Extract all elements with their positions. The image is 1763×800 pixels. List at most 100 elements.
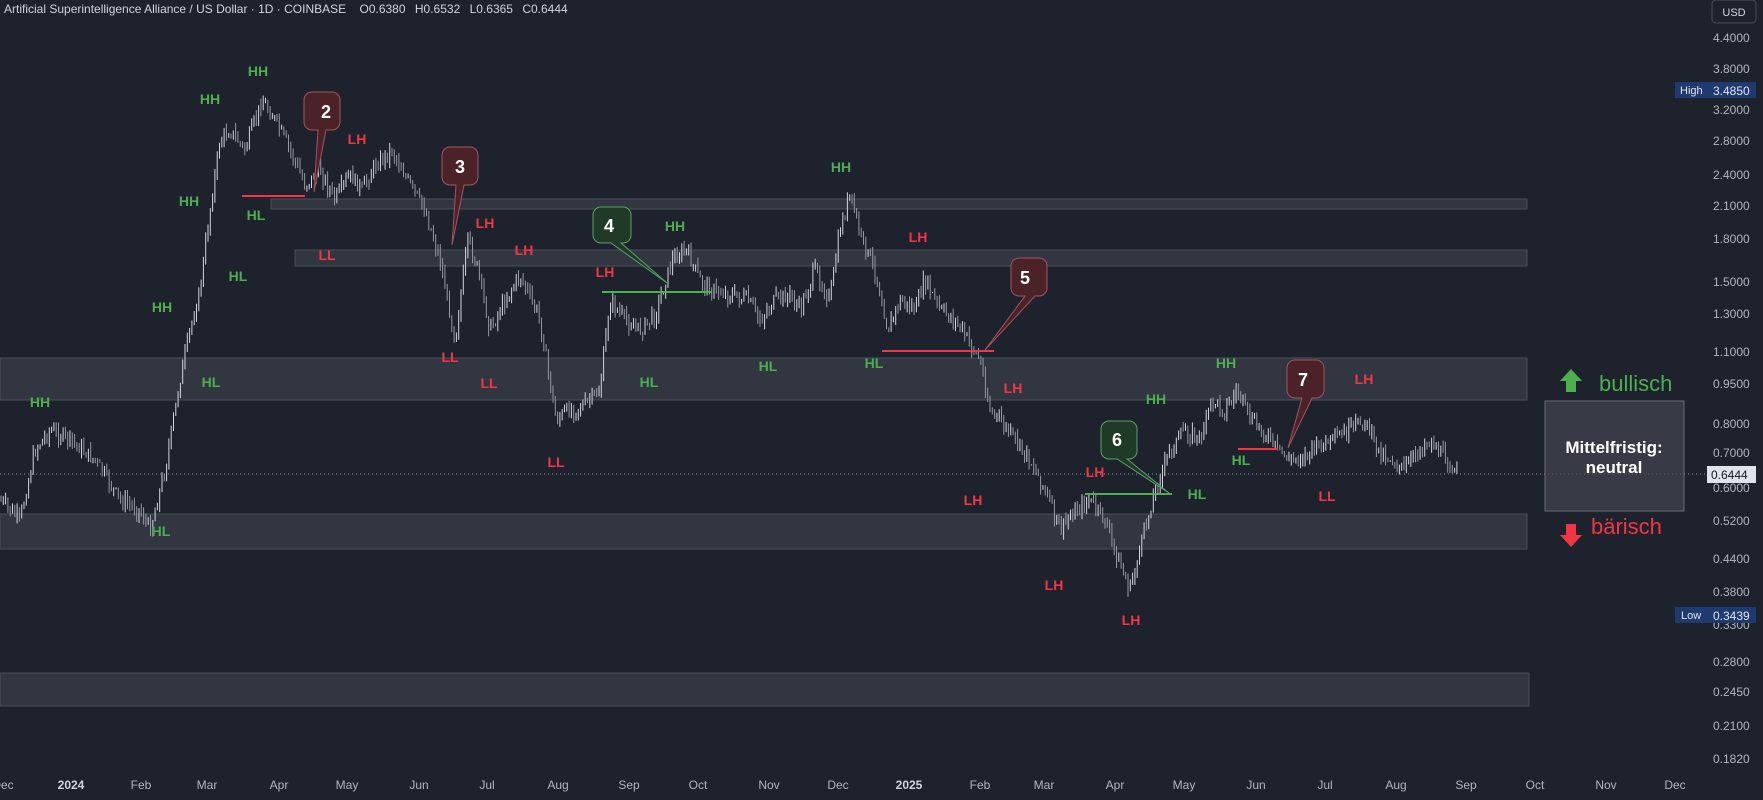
svg-text:Artificial Superintelligence A: Artificial Superintelligence Alliance / … xyxy=(4,2,568,16)
time-tick: Apr xyxy=(270,778,289,792)
price-tick: 0.2800 xyxy=(1713,655,1750,669)
time-tick: 2024 xyxy=(58,778,85,792)
time-tick: Oct xyxy=(1526,778,1545,792)
callout-2[interactable]: 2 xyxy=(303,91,341,193)
structure-label: HL xyxy=(1232,452,1251,468)
symbol-title: Artificial Superintelligence Alliance / … xyxy=(4,2,346,16)
currency-button[interactable]: USD xyxy=(1711,0,1757,24)
time-tick: May xyxy=(336,778,359,792)
structure-label: HL xyxy=(229,268,248,284)
structure-label: LH xyxy=(476,215,495,231)
currency-button-label: USD xyxy=(1722,7,1745,19)
sentiment-widget: bullisch Mittelfristig: neutral bärisch xyxy=(1544,369,1685,547)
time-tick: Dec xyxy=(827,778,848,792)
price-tick: 0.7000 xyxy=(1713,446,1750,460)
low-marker-value: 0.3439 xyxy=(1713,609,1750,623)
time-tick: Aug xyxy=(1385,778,1406,792)
structure-label: LL xyxy=(1318,488,1336,504)
price-tick: 1.5000 xyxy=(1713,275,1750,289)
structure-label: LL xyxy=(318,247,336,263)
structure-label: HL xyxy=(1188,486,1207,502)
callout-2-label: 2 xyxy=(321,102,331,122)
time-tick: Nov xyxy=(1595,778,1616,792)
structure-label: LH xyxy=(596,264,615,280)
structure-label: HH xyxy=(665,218,685,234)
time-tick: May xyxy=(1173,778,1196,792)
support-zone xyxy=(0,513,1528,550)
callout-5[interactable]: 5 xyxy=(984,257,1048,351)
callout-6-label: 6 xyxy=(1112,430,1122,450)
ohlc-open: O0.6380 xyxy=(359,2,405,16)
time-tick: Mar xyxy=(197,778,218,792)
structure-label: HH xyxy=(1146,391,1166,407)
time-tick: Mar xyxy=(1034,778,1055,792)
structure-label: HL xyxy=(247,207,266,223)
high-marker-label: High xyxy=(1680,85,1703,97)
structure-label: LH xyxy=(1122,612,1141,628)
ohlc-high: H0.6532 xyxy=(415,2,461,16)
structure-label: HH xyxy=(200,91,220,107)
time-tick: 2025 xyxy=(896,778,923,792)
time-tick: Sep xyxy=(618,778,640,792)
structure-label: LH xyxy=(348,131,367,147)
price-tick: 0.4400 xyxy=(1713,552,1750,566)
structure-label: LL xyxy=(441,349,459,365)
time-axis[interactable]: Dec 2024 Feb Mar Apr May Jun Jul Aug Sep… xyxy=(0,778,1686,792)
price-tick: 0.3800 xyxy=(1713,585,1750,599)
callout-5-label: 5 xyxy=(1020,268,1030,288)
price-tick: 0.6000 xyxy=(1713,481,1750,495)
sentiment-box-line2: neutral xyxy=(1586,458,1643,477)
time-tick: Feb xyxy=(131,778,152,792)
chart-container[interactable]: 2 3 4 5 6 7 HH HL HH HL HH HL HH HL HH L… xyxy=(0,0,1763,795)
price-tick: 3.8000 xyxy=(1713,62,1750,76)
callout-7[interactable]: 7 xyxy=(1286,359,1325,449)
high-marker-value: 3.4850 xyxy=(1713,84,1750,98)
structure-label: HL xyxy=(865,355,884,371)
price-tick: 4.4000 xyxy=(1713,31,1750,45)
structure-label: HH xyxy=(1216,355,1236,371)
price-tick: 0.1820 xyxy=(1713,752,1750,766)
time-tick: Oct xyxy=(689,778,708,792)
time-tick: Dec xyxy=(0,778,14,792)
structure-label: LH xyxy=(964,492,983,508)
time-tick: Apr xyxy=(1106,778,1125,792)
callout-3-label: 3 xyxy=(455,157,465,177)
callout-4-label: 4 xyxy=(604,216,614,236)
time-tick: Jul xyxy=(1317,778,1332,792)
price-axis[interactable]: 4.4000 3.8000 3.2000 2.8000 2.4000 2.100… xyxy=(1675,31,1756,766)
time-tick: Sep xyxy=(1455,778,1477,792)
structure-label: HH xyxy=(30,394,50,410)
callout-3[interactable]: 3 xyxy=(441,146,479,246)
time-tick: Jun xyxy=(409,778,428,792)
callout-6[interactable]: 6 xyxy=(1100,420,1170,494)
time-tick: Nov xyxy=(758,778,779,792)
structure-label: LH xyxy=(515,242,534,258)
time-tick: Jul xyxy=(479,778,494,792)
time-tick: Aug xyxy=(547,778,568,792)
price-tick: 0.2100 xyxy=(1713,719,1750,733)
arrow-up-icon xyxy=(1560,369,1582,392)
price-tick: 3.2000 xyxy=(1713,103,1750,117)
ohlc-close: C0.6444 xyxy=(522,2,568,16)
price-tick: 1.1000 xyxy=(1713,345,1750,359)
arrow-down-icon xyxy=(1560,524,1582,547)
price-tick: 0.9500 xyxy=(1713,377,1750,391)
low-marker-label: Low xyxy=(1681,610,1701,622)
symbol-header[interactable]: Artificial Superintelligence Alliance / … xyxy=(4,2,568,16)
structure-label: HL xyxy=(202,374,221,390)
structure-label: HH xyxy=(831,159,851,175)
current-price-value: 0.6444 xyxy=(1711,468,1748,482)
structure-label: HL xyxy=(152,523,171,539)
structure-label: HL xyxy=(640,374,659,390)
callout-7-label: 7 xyxy=(1298,370,1308,390)
price-chart[interactable]: 2 3 4 5 6 7 HH HL HH HL HH HL HH HL HH L… xyxy=(0,0,1763,795)
bullish-label: bullisch xyxy=(1599,371,1672,396)
time-tick: Feb xyxy=(970,778,991,792)
structure-label: HH xyxy=(179,193,199,209)
structure-label: LL xyxy=(547,454,565,470)
structure-label: HH xyxy=(248,63,268,79)
structure-label: LH xyxy=(1045,577,1064,593)
time-tick: Dec xyxy=(1664,778,1685,792)
structure-label: HH xyxy=(152,299,172,315)
price-tick: 1.3000 xyxy=(1713,307,1750,321)
